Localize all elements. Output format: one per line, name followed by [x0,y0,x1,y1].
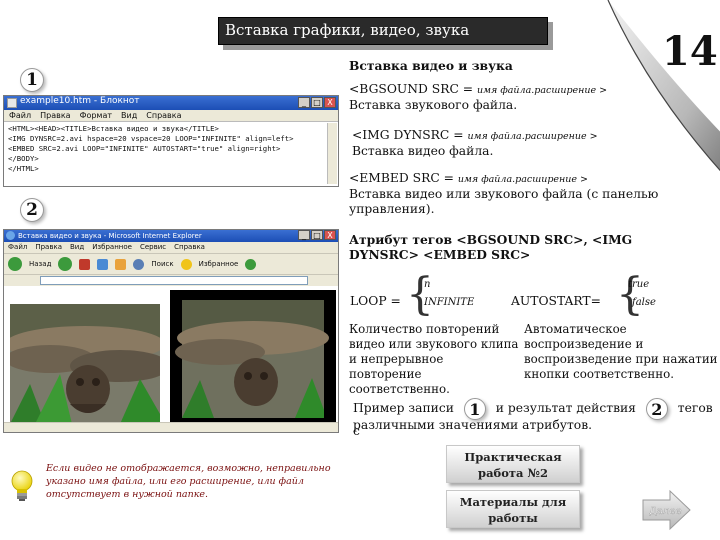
favorites-label[interactable]: Избранное [199,260,239,268]
notepad-menubar: Файл Правка Формат Вид Справка [4,110,338,122]
example-badge-two: 2 [645,397,668,420]
code-line: <IMG DYNSRC=2.avi hspace=20 vspace=20 LO… [8,134,294,143]
embed-filename: имя файла.расширение > [457,174,589,185]
back-label[interactable]: Назад [29,260,51,268]
autostart-label: AUTOSTART= [511,294,601,308]
menu-help[interactable]: Справка [174,242,205,253]
example-badge-one: 1 [463,397,486,420]
bgsound-code: <BGSOUND SRC = [349,82,474,96]
video-image-left [10,304,160,424]
minimize-button[interactable]: _ [298,97,310,108]
close-button[interactable]: X [324,230,336,240]
address-input[interactable] [40,276,308,285]
code-line: <EMBED SRC=2.avi LOOP="INFINITE" AUTOSTA… [8,144,281,153]
next-label: Далее [649,506,682,517]
title-text: Вставка графики, видео, звука [218,17,548,45]
search-icon[interactable] [133,258,145,270]
browser-window: Вставка видео и звука - Microsoft Intern… [3,229,339,433]
menu-help[interactable]: Справка [146,110,181,121]
address-bar [4,274,338,286]
notepad-window-controls: _ □ X [298,97,336,108]
menu-view[interactable]: Вид [70,242,84,253]
bgsound-description: Вставка звукового файла. [349,98,518,112]
bgsound-block: <BGSOUND SRC = имя файла.расширение > Вс… [349,82,649,113]
loop-value-infinite: INFINITE [424,297,475,308]
loop-value-n: n [424,279,431,290]
embed-description: Вставка видео или звукового файла (с пан… [349,187,659,216]
refresh-icon[interactable] [97,258,109,270]
code-line: </HTML> [8,164,39,173]
page-number: 14 [662,28,718,75]
embed-block: <EMBED SRC = имя файла.расширение > Вста… [349,171,669,217]
menu-edit[interactable]: Правка [40,110,70,121]
attributes-heading: Атрибут тегов <BGSOUND SRC>, <IMG DYNSRC… [349,232,633,262]
notepad-scrollbar[interactable] [327,123,337,184]
menu-edit[interactable]: Правка [35,242,62,253]
video-player[interactable] [170,290,336,432]
ie-icon [6,231,15,240]
notepad-window: example10.htm - Блокнот _ □ X Файл Правк… [3,95,339,187]
bgsound-filename: имя файла.расширение > [477,85,608,96]
maximize-button[interactable]: □ [311,97,323,108]
badge-two: 2 [20,198,44,222]
example-part-2: и результат действия [495,401,636,415]
warning-note: Если видео не отображается, возможно, не… [46,463,331,500]
menu-favorites[interactable]: Избранное [92,242,132,253]
browser-toolbar: Назад Поиск Избранное [4,253,338,274]
notepad-title: example10.htm - Блокнот [20,96,140,106]
menu-view[interactable]: Вид [121,110,137,121]
forward-arrow-icon[interactable] [58,257,73,271]
autostart-value-true: true [628,279,650,290]
favorites-star-icon[interactable] [180,258,192,270]
autostart-value-false: false [632,297,656,308]
code-line: </BODY> [8,154,39,163]
slide-title: Вставка графики, видео, звука [218,17,553,50]
lightbulb-icon [11,470,33,501]
img-dynsrc-block: <IMG DYNSRC = имя файла.расширение > Вст… [352,128,652,159]
menu-format[interactable]: Формат [80,110,112,121]
browser-statusbar [4,422,338,432]
notepad-text-area[interactable]: <HTML><HEAD><TITLE>Вставка видео и звука… [6,123,326,184]
browser-menubar: Файл Правка Вид Избранное Сервис Справка [4,242,338,253]
browser-title: Вставка видео и звука - Microsoft Intern… [18,232,202,240]
section-heading: Вставка видео и звука [349,58,513,73]
media-icon[interactable] [245,258,257,270]
next-arrow-button[interactable]: Далее [640,488,692,532]
loop-label: LOOP = [350,294,401,308]
autostart-description: Автоматическое воспроизведение и воспрои… [524,322,718,381]
browser-content: ▶ ❚❚ ■ ◀◀ ▶▶ 🔈 [4,288,338,432]
menu-tools[interactable]: Сервис [140,242,166,253]
stop-icon[interactable] [79,258,91,270]
example-continuation: различными значениями атрибутов. [353,418,593,432]
img-filename: имя файла.расширение > [467,131,598,142]
home-icon[interactable] [115,258,127,270]
menu-file[interactable]: Файл [8,242,27,253]
close-button[interactable]: X [324,97,336,108]
notepad-icon [7,98,17,108]
practical-work-button[interactable]: Практическая работа №2 [446,445,580,483]
img-description: Вставка видео файла. [352,144,494,158]
browser-titlebar: Вставка видео и звука - Microsoft Intern… [4,230,338,242]
code-line: <HTML><HEAD><TITLE>Вставка видео и звука… [8,124,219,133]
minimize-button[interactable]: _ [298,230,310,240]
loop-description: Количество повторений видео или звуковог… [349,322,519,396]
example-part-1: Пример записи [353,401,454,415]
notepad-titlebar: example10.htm - Блокнот _ □ X [4,96,338,110]
materials-button[interactable]: Материалы для работы [446,490,580,528]
maximize-button[interactable]: □ [311,230,323,240]
menu-file[interactable]: Файл [9,110,31,121]
img-code: <IMG DYNSRC = [352,128,464,142]
badge-one: 1 [20,68,44,92]
browser-window-controls: _ □ X [298,230,336,240]
search-label[interactable]: Поиск [151,260,173,268]
embed-code: <EMBED SRC = [349,171,454,185]
back-arrow-icon[interactable] [8,257,22,271]
